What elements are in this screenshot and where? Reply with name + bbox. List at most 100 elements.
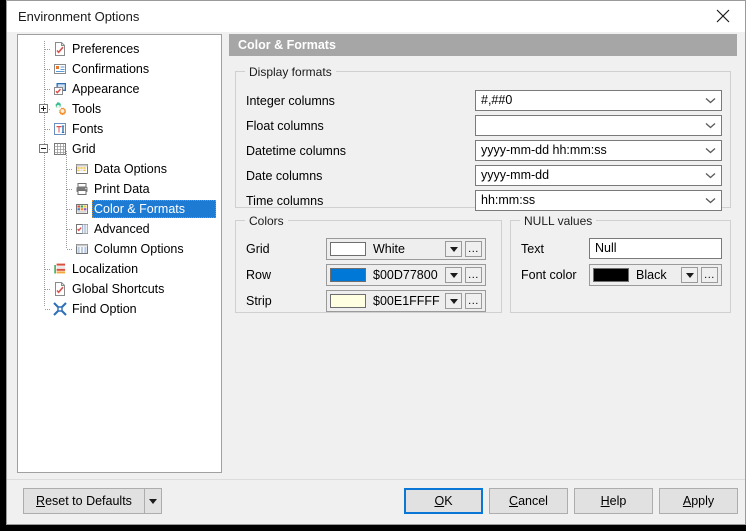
null-font-color-ellipsis-button[interactable]: ... xyxy=(701,267,718,283)
reset-to-defaults-label: Reset to Defaults xyxy=(36,494,132,508)
tree-item-grid[interactable]: Grid xyxy=(18,139,221,159)
tree-item-advanced[interactable]: Advanced xyxy=(18,219,221,239)
null-values-title: NULL values xyxy=(520,214,597,228)
print-data-icon xyxy=(74,181,90,197)
tree-expander-collapse[interactable] xyxy=(39,144,48,153)
color-grid-value: White xyxy=(373,242,405,256)
triangle-down-icon xyxy=(685,272,694,278)
tree-item-confirmations[interactable]: Confirmations xyxy=(18,59,221,79)
time-columns-combo[interactable]: hh:mm:ss xyxy=(475,190,722,211)
integer-columns-label: Integer columns xyxy=(246,94,335,108)
global-shortcuts-icon xyxy=(52,281,68,297)
tree-item-label: Column Options xyxy=(94,242,184,256)
close-icon[interactable] xyxy=(700,1,745,31)
window-title: Environment Options xyxy=(18,9,140,24)
null-font-color-swatch xyxy=(593,268,629,282)
color-row-ellipsis-button[interactable]: ... xyxy=(465,267,482,283)
reset-to-defaults-dropdown-button[interactable] xyxy=(144,488,162,514)
tree-item-appearance[interactable]: Appearance xyxy=(18,79,221,99)
tree-item-label: Preferences xyxy=(72,42,140,56)
chevron-down-icon[interactable] xyxy=(704,91,716,110)
colors-title: Colors xyxy=(245,214,288,228)
find-option-icon xyxy=(52,301,68,317)
color-strip-ellipsis-button[interactable]: ... xyxy=(465,293,482,309)
column-options-icon xyxy=(74,241,90,257)
datetime-columns-value: yyyy-mm-dd hh:mm:ss xyxy=(481,143,607,157)
float-columns-combo[interactable] xyxy=(475,115,722,136)
cancel-button[interactable]: Cancel xyxy=(489,488,568,514)
null-text-label: Text xyxy=(521,242,544,256)
display-formats-group: Display formats Integer columns #,##0 Floa… xyxy=(235,65,731,211)
tree-item-color-formats[interactable]: Color & Formats xyxy=(18,199,221,219)
tree-item-data-options[interactable]: Data Options xyxy=(18,159,221,179)
tree-item-localization[interactable]: Localization xyxy=(18,259,221,279)
color-grid-label: Grid xyxy=(246,242,270,256)
triangle-down-icon xyxy=(449,298,458,304)
chevron-down-icon[interactable] xyxy=(704,116,716,135)
display-formats-title: Display formats xyxy=(245,65,336,79)
date-columns-combo[interactable]: yyyy-mm-dd xyxy=(475,165,722,186)
null-font-color-label: Font color xyxy=(521,268,577,282)
tree-item-tools[interactable]: Tools xyxy=(18,99,221,119)
color-row-combo[interactable]: $00D77800... xyxy=(326,264,486,286)
data-options-icon xyxy=(74,161,90,177)
tree-item-label: Confirmations xyxy=(72,62,150,76)
null-text-value: Null xyxy=(595,241,617,255)
tree-item-global-shortcuts[interactable]: Global Shortcuts xyxy=(18,279,221,299)
color-grid-combo[interactable]: White... xyxy=(326,238,486,260)
fonts-icon xyxy=(52,121,68,137)
color-strip-dropdown-button[interactable] xyxy=(445,293,462,309)
tools-icon xyxy=(52,101,68,117)
null-font-color-dropdown-button[interactable] xyxy=(681,267,698,283)
color-grid-ellipsis-button[interactable]: ... xyxy=(465,241,482,257)
color-grid-dropdown-button[interactable] xyxy=(445,241,462,257)
tree-item-find-option[interactable]: Find Option xyxy=(18,299,221,319)
tree-item-label: Appearance xyxy=(72,82,140,96)
float-columns-label: Float columns xyxy=(246,119,324,133)
time-columns-value: hh:mm:ss xyxy=(481,193,536,207)
integer-columns-combo[interactable]: #,##0 xyxy=(475,90,722,111)
localization-icon xyxy=(52,261,68,277)
datetime-columns-combo[interactable]: yyyy-mm-dd hh:mm:ss xyxy=(475,140,722,161)
tree-item-label: Find Option xyxy=(72,302,137,316)
date-columns-value: yyyy-mm-dd xyxy=(481,168,550,182)
confirmations-icon xyxy=(52,61,68,77)
options-tree[interactable]: Preferences Confirmations Appearance Tools F… xyxy=(17,34,222,473)
tree-item-label: Grid xyxy=(72,142,96,156)
tree-item-label: Localization xyxy=(72,262,139,276)
tree-item-label: Data Options xyxy=(94,162,167,176)
apply-button[interactable]: Apply xyxy=(659,488,738,514)
color-row-swatch xyxy=(330,268,366,282)
color-grid-swatch xyxy=(330,242,366,256)
color-strip-value: $00E1FFFF xyxy=(373,294,440,308)
null-text-input[interactable]: Null xyxy=(589,238,722,259)
advanced-icon xyxy=(74,221,90,237)
ok-button[interactable]: OK xyxy=(404,488,483,514)
reset-to-defaults-button[interactable]: Reset to Defaults xyxy=(23,488,145,514)
tree-item-print-data[interactable]: Print Data xyxy=(18,179,221,199)
tree-item-label: Color & Formats xyxy=(94,202,185,216)
color-strip-combo[interactable]: $00E1FFFF... xyxy=(326,290,486,312)
chevron-down-icon[interactable] xyxy=(704,166,716,185)
colors-group: Colors Grid White... Row $00D77800... Strip $… xyxy=(235,214,502,313)
preferences-icon xyxy=(52,41,68,57)
null-font-color-combo[interactable]: Black ... xyxy=(589,264,722,286)
environment-options-dialog: Environment Options Preferences Confirmat… xyxy=(6,0,746,525)
chevron-down-icon[interactable] xyxy=(704,191,716,210)
help-button[interactable]: Help xyxy=(574,488,653,514)
tree-item-label: Print Data xyxy=(94,182,150,196)
color-row-dropdown-button[interactable] xyxy=(445,267,462,283)
color-strip-label: Strip xyxy=(246,294,272,308)
tree-item-fonts[interactable]: Fonts xyxy=(18,119,221,139)
null-values-group: NULL values Text Null Font color Black .… xyxy=(510,214,731,313)
section-header: Color & Formats xyxy=(229,34,737,56)
time-columns-label: Time columns xyxy=(246,194,324,208)
chevron-down-icon[interactable] xyxy=(704,141,716,160)
null-font-color-value: Black xyxy=(636,268,667,282)
tree-item-label: Advanced xyxy=(94,222,150,236)
tree-item-preferences[interactable]: Preferences xyxy=(18,39,221,59)
tree-item-column-options[interactable]: Column Options xyxy=(18,239,221,259)
color-row-label: Row xyxy=(246,268,272,282)
tree-expander-expand[interactable] xyxy=(39,104,48,113)
appearance-icon xyxy=(52,81,68,97)
